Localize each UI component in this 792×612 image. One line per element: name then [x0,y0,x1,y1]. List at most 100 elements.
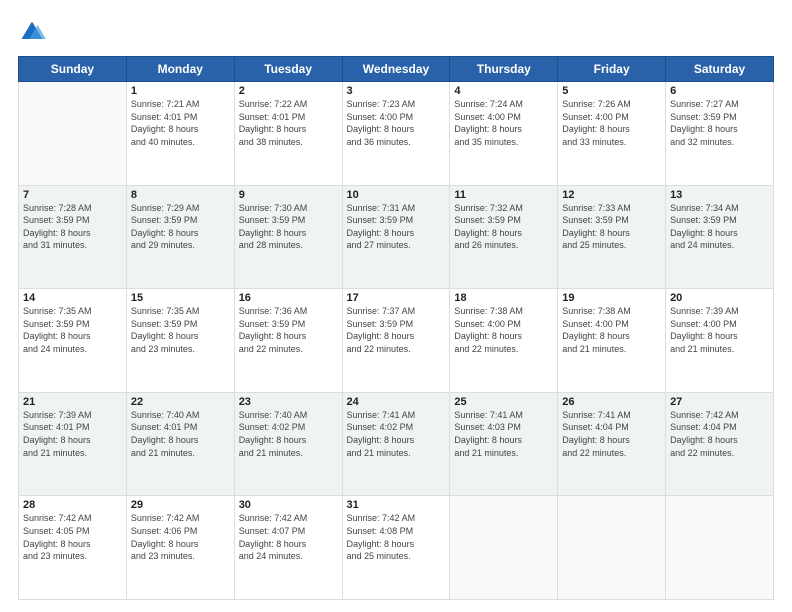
weekday-header-wednesday: Wednesday [342,57,450,82]
calendar-cell: 25Sunrise: 7:41 AM Sunset: 4:03 PM Dayli… [450,392,558,496]
weekday-header-tuesday: Tuesday [234,57,342,82]
logo [18,18,50,46]
day-number: 14 [23,292,122,304]
day-number: 16 [239,292,338,304]
day-number: 13 [670,189,769,201]
day-info: Sunrise: 7:30 AM Sunset: 3:59 PM Dayligh… [239,202,338,252]
calendar-cell: 29Sunrise: 7:42 AM Sunset: 4:06 PM Dayli… [126,496,234,600]
day-number: 18 [454,292,553,304]
calendar-cell: 10Sunrise: 7:31 AM Sunset: 3:59 PM Dayli… [342,185,450,289]
day-number: 3 [347,85,446,97]
day-info: Sunrise: 7:32 AM Sunset: 3:59 PM Dayligh… [454,202,553,252]
day-info: Sunrise: 7:38 AM Sunset: 4:00 PM Dayligh… [454,305,553,355]
calendar-cell: 8Sunrise: 7:29 AM Sunset: 3:59 PM Daylig… [126,185,234,289]
calendar-week-row: 28Sunrise: 7:42 AM Sunset: 4:05 PM Dayli… [19,496,774,600]
day-info: Sunrise: 7:40 AM Sunset: 4:01 PM Dayligh… [131,409,230,459]
calendar-cell: 9Sunrise: 7:30 AM Sunset: 3:59 PM Daylig… [234,185,342,289]
calendar-cell: 3Sunrise: 7:23 AM Sunset: 4:00 PM Daylig… [342,82,450,186]
day-info: Sunrise: 7:38 AM Sunset: 4:00 PM Dayligh… [562,305,661,355]
day-number: 9 [239,189,338,201]
day-number: 28 [23,499,122,511]
calendar-cell: 12Sunrise: 7:33 AM Sunset: 3:59 PM Dayli… [558,185,666,289]
calendar-cell: 21Sunrise: 7:39 AM Sunset: 4:01 PM Dayli… [19,392,127,496]
day-info: Sunrise: 7:36 AM Sunset: 3:59 PM Dayligh… [239,305,338,355]
day-info: Sunrise: 7:21 AM Sunset: 4:01 PM Dayligh… [131,98,230,148]
day-info: Sunrise: 7:34 AM Sunset: 3:59 PM Dayligh… [670,202,769,252]
day-number: 5 [562,85,661,97]
day-info: Sunrise: 7:26 AM Sunset: 4:00 PM Dayligh… [562,98,661,148]
calendar-cell: 16Sunrise: 7:36 AM Sunset: 3:59 PM Dayli… [234,289,342,393]
day-info: Sunrise: 7:27 AM Sunset: 3:59 PM Dayligh… [670,98,769,148]
calendar-cell: 28Sunrise: 7:42 AM Sunset: 4:05 PM Dayli… [19,496,127,600]
weekday-header-sunday: Sunday [19,57,127,82]
day-number: 19 [562,292,661,304]
day-number: 22 [131,396,230,408]
day-number: 7 [23,189,122,201]
calendar-cell: 24Sunrise: 7:41 AM Sunset: 4:02 PM Dayli… [342,392,450,496]
day-info: Sunrise: 7:29 AM Sunset: 3:59 PM Dayligh… [131,202,230,252]
calendar-cell: 5Sunrise: 7:26 AM Sunset: 4:00 PM Daylig… [558,82,666,186]
day-info: Sunrise: 7:39 AM Sunset: 4:01 PM Dayligh… [23,409,122,459]
day-number: 1 [131,85,230,97]
day-number: 12 [562,189,661,201]
calendar-cell: 1Sunrise: 7:21 AM Sunset: 4:01 PM Daylig… [126,82,234,186]
calendar-cell [450,496,558,600]
day-info: Sunrise: 7:41 AM Sunset: 4:03 PM Dayligh… [454,409,553,459]
day-number: 23 [239,396,338,408]
calendar-cell: 7Sunrise: 7:28 AM Sunset: 3:59 PM Daylig… [19,185,127,289]
calendar-cell: 30Sunrise: 7:42 AM Sunset: 4:07 PM Dayli… [234,496,342,600]
calendar-cell: 2Sunrise: 7:22 AM Sunset: 4:01 PM Daylig… [234,82,342,186]
day-number: 11 [454,189,553,201]
day-info: Sunrise: 7:23 AM Sunset: 4:00 PM Dayligh… [347,98,446,148]
calendar-cell: 26Sunrise: 7:41 AM Sunset: 4:04 PM Dayli… [558,392,666,496]
day-number: 29 [131,499,230,511]
header [18,18,774,46]
day-info: Sunrise: 7:35 AM Sunset: 3:59 PM Dayligh… [131,305,230,355]
day-info: Sunrise: 7:33 AM Sunset: 3:59 PM Dayligh… [562,202,661,252]
calendar-cell: 20Sunrise: 7:39 AM Sunset: 4:00 PM Dayli… [666,289,774,393]
calendar-table: SundayMondayTuesdayWednesdayThursdayFrid… [18,56,774,600]
day-info: Sunrise: 7:40 AM Sunset: 4:02 PM Dayligh… [239,409,338,459]
day-number: 10 [347,189,446,201]
day-number: 24 [347,396,446,408]
day-number: 27 [670,396,769,408]
day-number: 30 [239,499,338,511]
calendar-cell: 22Sunrise: 7:40 AM Sunset: 4:01 PM Dayli… [126,392,234,496]
day-number: 6 [670,85,769,97]
day-info: Sunrise: 7:42 AM Sunset: 4:07 PM Dayligh… [239,512,338,562]
day-number: 25 [454,396,553,408]
day-info: Sunrise: 7:42 AM Sunset: 4:08 PM Dayligh… [347,512,446,562]
day-number: 4 [454,85,553,97]
calendar-cell: 27Sunrise: 7:42 AM Sunset: 4:04 PM Dayli… [666,392,774,496]
day-number: 31 [347,499,446,511]
day-info: Sunrise: 7:28 AM Sunset: 3:59 PM Dayligh… [23,202,122,252]
weekday-header-friday: Friday [558,57,666,82]
day-info: Sunrise: 7:42 AM Sunset: 4:06 PM Dayligh… [131,512,230,562]
calendar-cell: 14Sunrise: 7:35 AM Sunset: 3:59 PM Dayli… [19,289,127,393]
weekday-header-thursday: Thursday [450,57,558,82]
calendar-cell: 13Sunrise: 7:34 AM Sunset: 3:59 PM Dayli… [666,185,774,289]
day-info: Sunrise: 7:41 AM Sunset: 4:04 PM Dayligh… [562,409,661,459]
calendar-cell: 6Sunrise: 7:27 AM Sunset: 3:59 PM Daylig… [666,82,774,186]
page: SundayMondayTuesdayWednesdayThursdayFrid… [0,0,792,612]
day-info: Sunrise: 7:42 AM Sunset: 4:04 PM Dayligh… [670,409,769,459]
day-number: 21 [23,396,122,408]
calendar-cell: 17Sunrise: 7:37 AM Sunset: 3:59 PM Dayli… [342,289,450,393]
calendar-cell [558,496,666,600]
calendar-week-row: 14Sunrise: 7:35 AM Sunset: 3:59 PM Dayli… [19,289,774,393]
day-number: 15 [131,292,230,304]
day-info: Sunrise: 7:22 AM Sunset: 4:01 PM Dayligh… [239,98,338,148]
calendar-cell: 11Sunrise: 7:32 AM Sunset: 3:59 PM Dayli… [450,185,558,289]
day-number: 8 [131,189,230,201]
calendar-cell [666,496,774,600]
weekday-header-row: SundayMondayTuesdayWednesdayThursdayFrid… [19,57,774,82]
day-number: 17 [347,292,446,304]
calendar-week-row: 21Sunrise: 7:39 AM Sunset: 4:01 PM Dayli… [19,392,774,496]
calendar-cell: 23Sunrise: 7:40 AM Sunset: 4:02 PM Dayli… [234,392,342,496]
day-number: 26 [562,396,661,408]
day-info: Sunrise: 7:37 AM Sunset: 3:59 PM Dayligh… [347,305,446,355]
day-number: 20 [670,292,769,304]
calendar-cell: 31Sunrise: 7:42 AM Sunset: 4:08 PM Dayli… [342,496,450,600]
day-info: Sunrise: 7:39 AM Sunset: 4:00 PM Dayligh… [670,305,769,355]
day-info: Sunrise: 7:35 AM Sunset: 3:59 PM Dayligh… [23,305,122,355]
